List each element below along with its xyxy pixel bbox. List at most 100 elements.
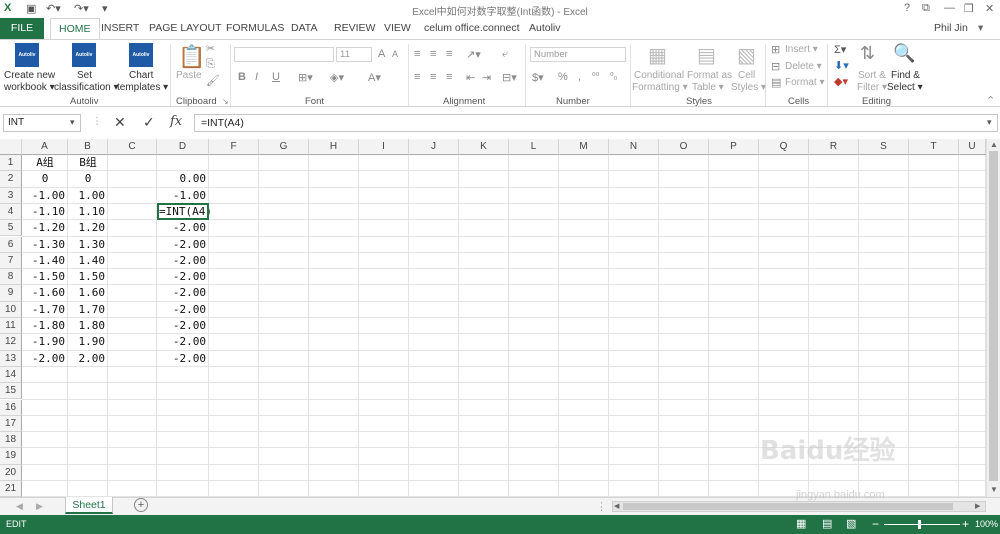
row-header-13[interactable]: 13: [0, 350, 22, 367]
column-header-t[interactable]: T: [909, 139, 959, 155]
comma-style-button[interactable]: ,: [578, 71, 581, 83]
conditional-formatting-button[interactable]: Conditional: [634, 70, 684, 81]
font-name-combo[interactable]: [234, 47, 334, 62]
minimize-button[interactable]: —: [944, 2, 955, 14]
sort-filter-icon[interactable]: ⇅: [860, 43, 875, 64]
row-header-7[interactable]: 7: [0, 252, 22, 270]
next-sheet-icon[interactable]: ▶: [36, 501, 43, 512]
font-color-icon[interactable]: A▾: [368, 71, 381, 84]
row-header-15[interactable]: 15: [0, 383, 22, 400]
page-layout-view-icon[interactable]: ▤: [822, 517, 832, 530]
scroll-right-icon[interactable]: ▶: [975, 502, 980, 510]
autosum-icon[interactable]: Σ▾: [834, 43, 846, 56]
cell-d9[interactable]: -2.00: [157, 285, 209, 301]
row-header-1[interactable]: 1: [0, 155, 22, 172]
cell-a1[interactable]: A组: [22, 155, 68, 171]
scroll-left-icon[interactable]: ◀: [614, 502, 619, 510]
chart-templates-label[interactable]: templates ▾: [117, 82, 168, 93]
hscroll-thumb[interactable]: [623, 503, 953, 510]
tab-view[interactable]: VIEW: [384, 18, 411, 39]
italic-button[interactable]: I: [255, 71, 258, 83]
column-header-j[interactable]: J: [409, 139, 459, 155]
cell-d3[interactable]: -1.00: [157, 188, 209, 204]
row-header-2[interactable]: 2: [0, 171, 22, 188]
cell-a2[interactable]: 0: [22, 171, 68, 187]
borders-icon[interactable]: ⊞▾: [298, 71, 313, 84]
set-classification-label[interactable]: classification ▾: [54, 82, 119, 93]
column-header-l[interactable]: L: [509, 139, 559, 155]
align-middle-icon[interactable]: ≡: [430, 48, 436, 60]
tab-split-icon[interactable]: ⋮: [596, 500, 607, 513]
row-header-11[interactable]: 11: [0, 318, 22, 335]
font-size-combo[interactable]: 11: [336, 47, 372, 62]
column-header-p[interactable]: P: [709, 139, 759, 155]
cell-d13[interactable]: -2.00: [157, 351, 209, 367]
cell-a4[interactable]: -1.10: [22, 204, 68, 220]
tab-home[interactable]: HOME: [50, 18, 100, 40]
scroll-down-icon[interactable]: ▼: [990, 485, 998, 494]
column-header-q[interactable]: Q: [759, 139, 809, 155]
scroll-up-icon[interactable]: ▲: [990, 140, 998, 149]
tab-page-layout[interactable]: PAGE LAYOUT: [149, 18, 222, 39]
cell-b3[interactable]: 1.00: [68, 188, 108, 204]
copy-icon[interactable]: ⎘: [206, 58, 215, 71]
tab-formulas[interactable]: FORMULAS: [226, 18, 284, 39]
cell-a8[interactable]: -1.50: [22, 269, 68, 285]
close-button[interactable]: ✕: [985, 2, 994, 15]
delete-cells-button[interactable]: Delete ▾: [785, 61, 822, 72]
find-select-button[interactable]: Find &: [891, 70, 920, 81]
cell-d7[interactable]: -2.00: [157, 253, 209, 269]
column-header-f[interactable]: F: [209, 139, 259, 155]
fill-icon[interactable]: ⬇▾: [834, 59, 849, 72]
user-dropdown-icon[interactable]: ▾: [978, 18, 983, 39]
increase-indent-icon[interactable]: ⇥: [482, 71, 491, 84]
cell-a5[interactable]: -1.20: [22, 220, 68, 236]
help-button[interactable]: ?: [904, 2, 910, 14]
user-name[interactable]: Phil Jin: [934, 18, 968, 39]
align-center-icon[interactable]: ≡: [430, 71, 436, 83]
percent-style-button[interactable]: %: [558, 71, 568, 83]
cell-b9[interactable]: 1.60: [68, 285, 108, 301]
column-header-o[interactable]: O: [659, 139, 709, 155]
cell-b7[interactable]: 1.40: [68, 253, 108, 269]
zoom-slider[interactable]: [884, 524, 960, 525]
delete-cells-icon[interactable]: ⊟: [771, 60, 780, 73]
ribbon-display-button[interactable]: ⧉: [922, 2, 930, 15]
decrease-font-icon[interactable]: A: [392, 49, 398, 59]
underline-button[interactable]: U: [272, 71, 280, 83]
tab-celum[interactable]: celum office.connect: [424, 18, 520, 39]
tab-file[interactable]: FILE: [0, 18, 44, 39]
row-header-18[interactable]: 18: [0, 432, 22, 449]
tab-autoliv[interactable]: Autoliv: [529, 18, 561, 39]
cell-d11[interactable]: -2.00: [157, 318, 209, 334]
cell-styles-label[interactable]: Styles ▾: [731, 82, 766, 93]
align-top-icon[interactable]: ≡: [414, 48, 420, 60]
merge-center-icon[interactable]: ⊟▾: [502, 71, 517, 84]
cell-b5[interactable]: 1.20: [68, 220, 108, 236]
collapse-ribbon-icon[interactable]: ⌃: [986, 94, 995, 107]
normal-view-icon[interactable]: ▦: [796, 517, 806, 530]
column-header-h[interactable]: H: [309, 139, 359, 155]
name-box-dropdown-icon[interactable]: ▾: [70, 117, 75, 128]
expand-formula-bar-icon[interactable]: ▾: [987, 117, 992, 128]
column-header-a[interactable]: A: [22, 139, 68, 155]
row-header-5[interactable]: 5: [0, 220, 22, 237]
column-header-b[interactable]: B: [68, 139, 108, 155]
scroll-thumb[interactable]: [989, 151, 998, 481]
set-classification-button[interactable]: Set: [77, 70, 92, 81]
cell-b4[interactable]: 1.10: [68, 204, 108, 220]
column-header-i[interactable]: I: [359, 139, 409, 155]
cell-a10[interactable]: -1.70: [22, 302, 68, 318]
increase-decimal-icon[interactable]: ⁰⁰: [592, 71, 599, 82]
format-painter-icon[interactable]: 🖌: [206, 74, 220, 87]
cell-b10[interactable]: 1.70: [68, 302, 108, 318]
create-new-workbook-button[interactable]: Create new: [4, 70, 55, 81]
cell-styles-icon[interactable]: ▧: [737, 43, 756, 68]
page-break-view-icon[interactable]: ▧: [846, 517, 856, 530]
cell-styles-button[interactable]: Cell: [738, 70, 755, 81]
select-all-corner[interactable]: [0, 139, 22, 155]
increase-font-icon[interactable]: A: [378, 48, 385, 60]
enter-button[interactable]: ✓: [143, 114, 155, 131]
column-header-r[interactable]: R: [809, 139, 859, 155]
cell-d2[interactable]: 0.00: [157, 171, 209, 187]
